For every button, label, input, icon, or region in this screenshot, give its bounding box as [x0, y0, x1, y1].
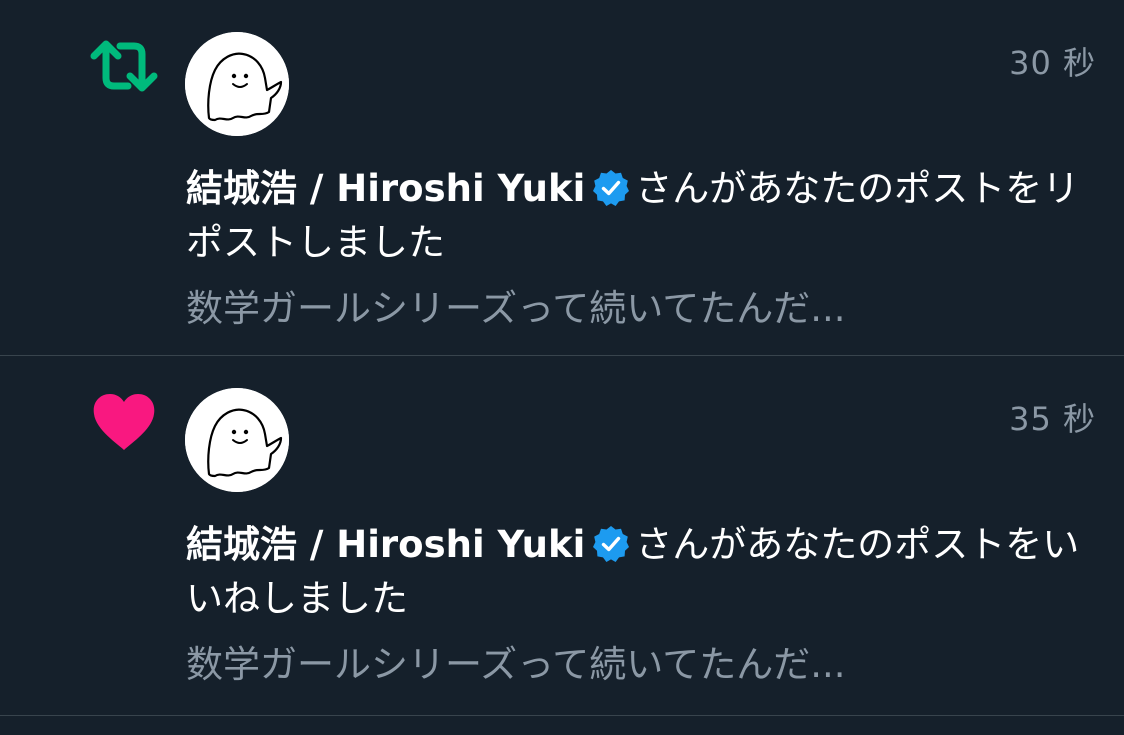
verified-badge-icon	[591, 168, 631, 208]
timestamp: 35 秒	[1009, 400, 1096, 438]
divider	[0, 715, 1124, 716]
post-preview[interactable]: 数学ガールシリーズって続いてたんだ...	[186, 282, 1086, 336]
notification-message[interactable]: 結城浩 / Hiroshi Yuki さんがあなたのポストをリポストしました	[186, 162, 1086, 270]
timestamp: 30 秒	[1009, 44, 1096, 82]
ghost-avatar-icon	[185, 32, 289, 136]
ghost-avatar-icon	[185, 388, 289, 492]
notification-item[interactable]: 30 秒 結城浩 / Hiroshi Yuki さんがあなたのポストをリポストしま…	[0, 0, 1124, 356]
user-name[interactable]: 結城浩 / Hiroshi Yuki	[186, 523, 585, 566]
notification-message[interactable]: 結城浩 / Hiroshi Yuki さんがあなたのポストをいいねしました	[186, 518, 1086, 626]
avatar[interactable]	[185, 32, 289, 136]
repost-icon	[88, 30, 160, 102]
verified-badge-icon	[591, 524, 631, 564]
user-name[interactable]: 結城浩 / Hiroshi Yuki	[186, 167, 585, 210]
heart-icon	[88, 386, 160, 458]
avatar[interactable]	[185, 388, 289, 492]
notification-item[interactable]: 35 秒 結城浩 / Hiroshi Yuki さんがあなたのポストをいいねしまし…	[0, 356, 1124, 716]
post-preview[interactable]: 数学ガールシリーズって続いてたんだ...	[186, 638, 1086, 692]
